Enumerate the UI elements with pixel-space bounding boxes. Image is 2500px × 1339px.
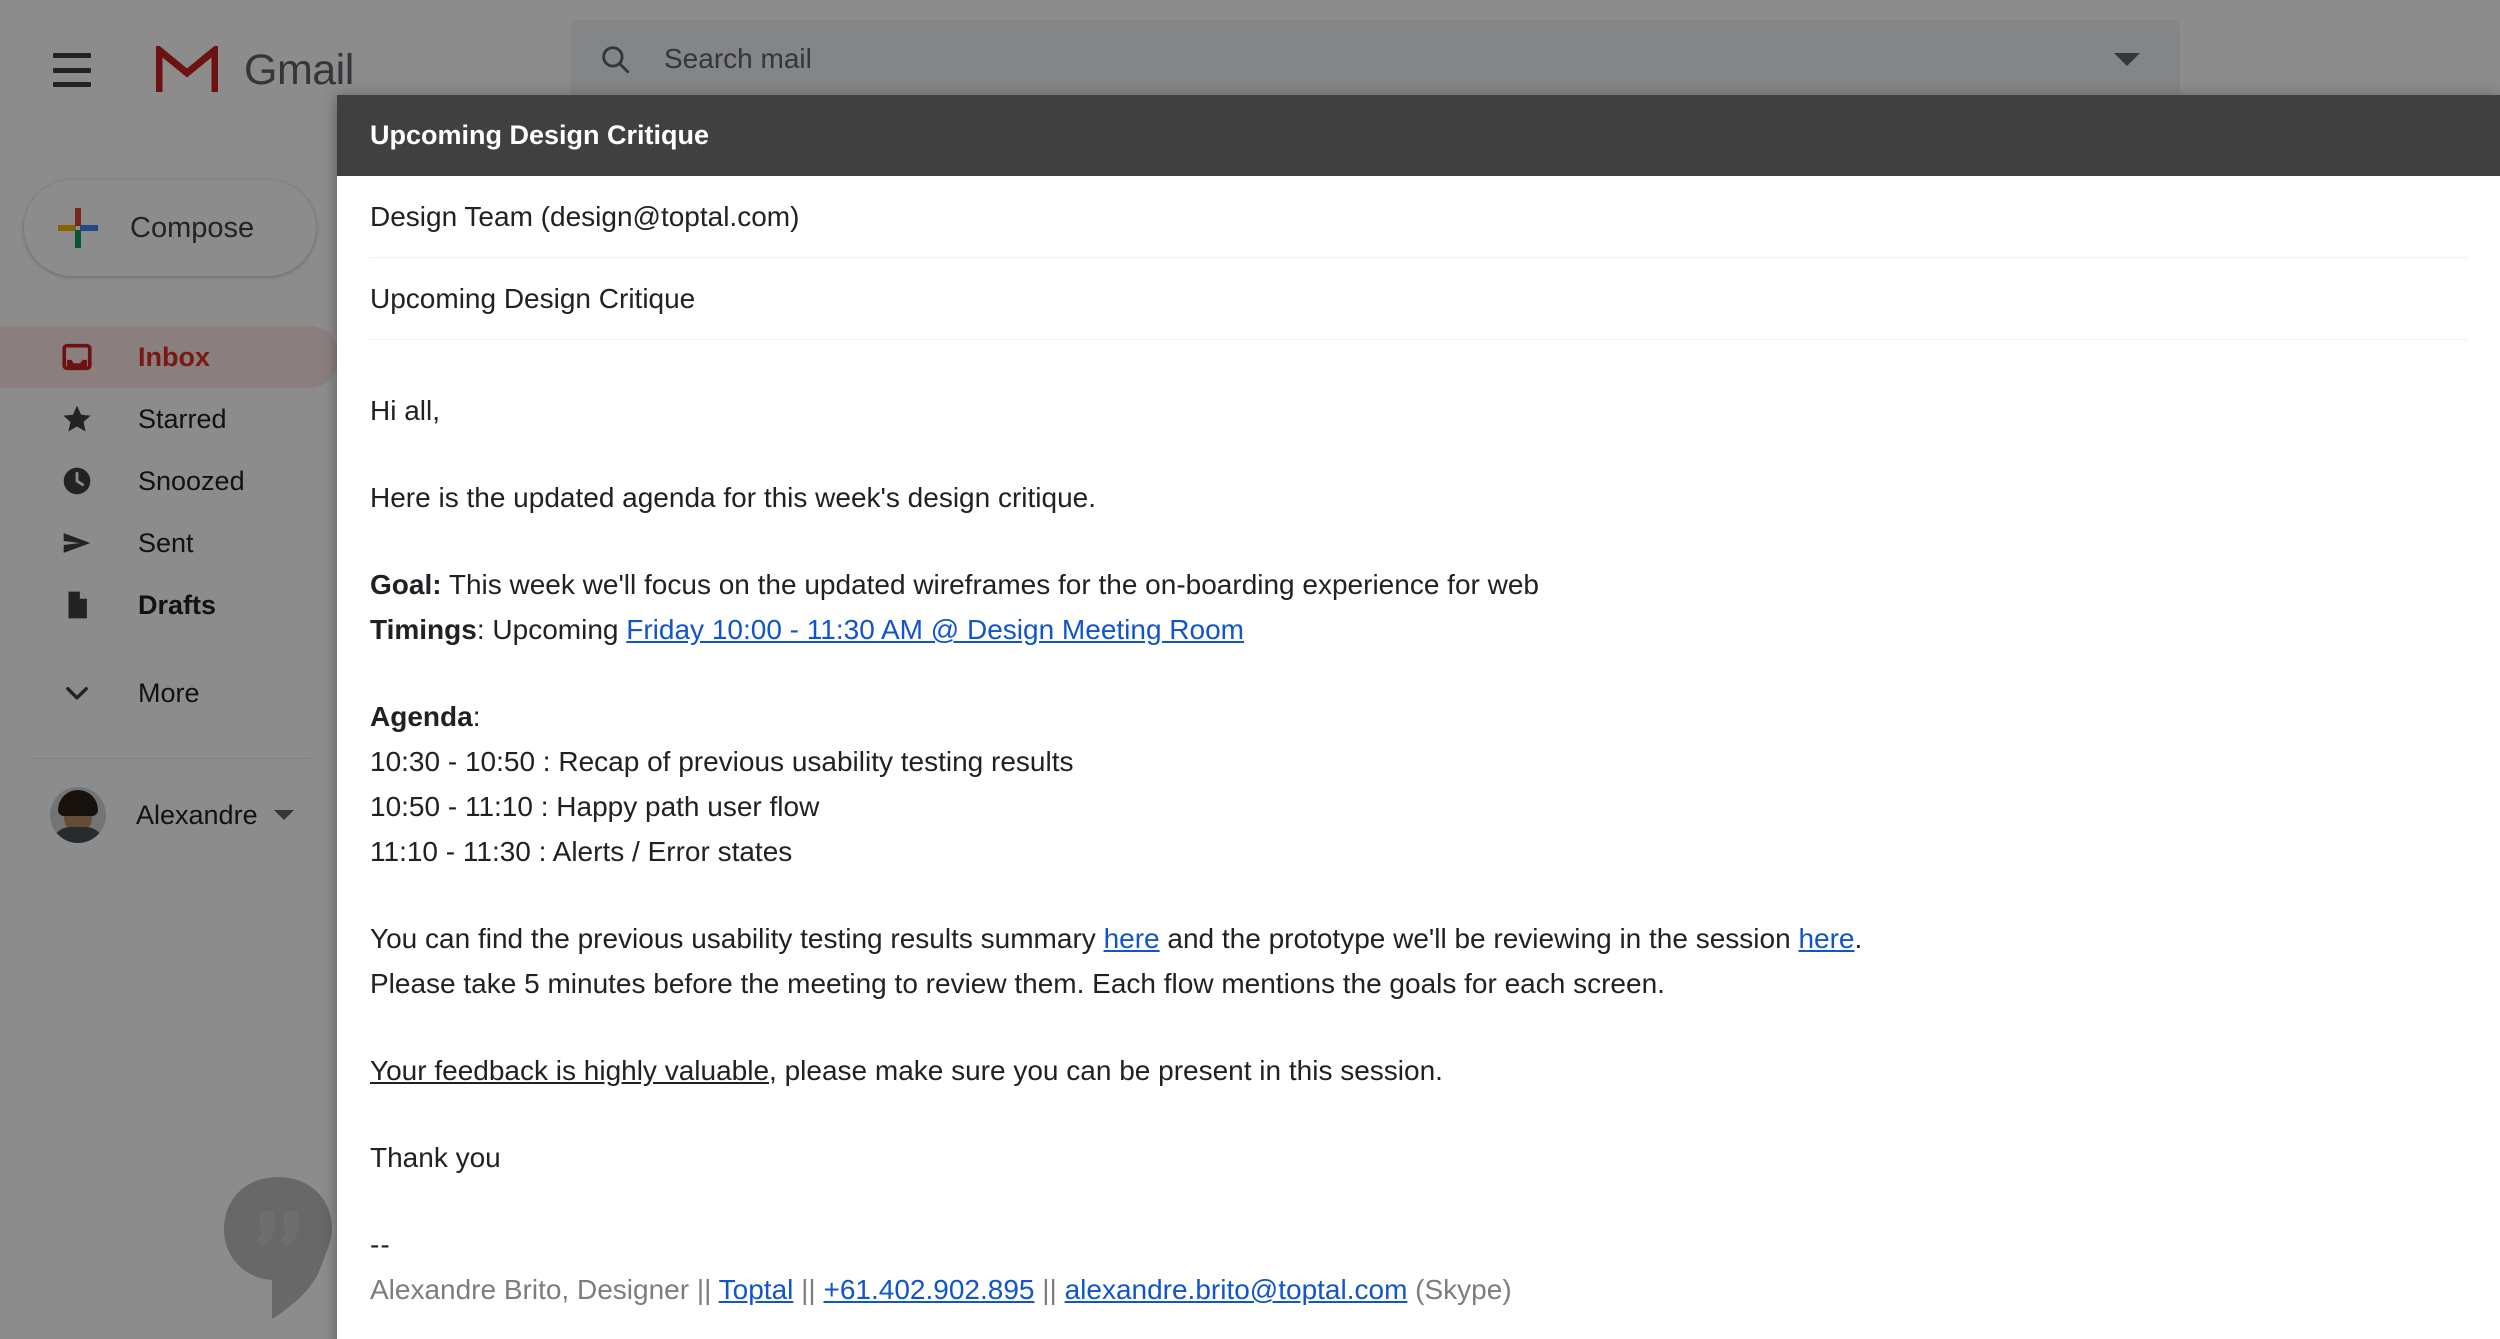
email-goal-block: Goal: This week we'll focus on the updat…	[370, 562, 2467, 652]
resources-line-2: Please take 5 minutes before the meeting…	[370, 968, 1665, 999]
prototype-link[interactable]: here	[1798, 923, 1854, 954]
toptal-link[interactable]: Toptal	[719, 1274, 794, 1305]
agenda-heading: Agenda:	[370, 701, 480, 732]
email-timings-line: Timings: Upcoming Friday 10:00 - 11:30 A…	[370, 614, 1244, 645]
email-link[interactable]: alexandre.brito@toptal.com	[1065, 1274, 1408, 1305]
feedback-emphasis: Your feedback is highly valuable	[370, 1055, 770, 1086]
resources-pre: You can find the previous usability test…	[370, 923, 1104, 954]
email-from-row: Design Team (design@toptal.com)	[370, 176, 2467, 258]
email-goal-line: Goal: This week we'll focus on the updat…	[370, 569, 1539, 600]
email-body: Hi all, Here is the updated agenda for t…	[370, 340, 2467, 1312]
resources-mid: and the prototype we'll be reviewing in …	[1159, 923, 1799, 954]
signature-sep: ||	[696, 1274, 719, 1305]
timings-pre: : Upcoming	[476, 614, 627, 645]
agenda-label: Agenda	[370, 701, 473, 732]
signature-sep: ||	[793, 1274, 824, 1305]
modal-header: Upcoming Design Critique	[337, 95, 2500, 176]
signature-skype: (Skype)	[1407, 1274, 1512, 1305]
summary-link[interactable]: here	[1104, 923, 1160, 954]
email-thanks: Thank you	[370, 1142, 501, 1173]
phone-link[interactable]: +61.402.902.895	[823, 1274, 1034, 1305]
email-feedback-line: Your feedback is highly valuable, please…	[370, 1048, 2467, 1093]
goal-label: Goal:	[370, 569, 442, 600]
gmail-modal-screen: Gmail Search mail Compose Inbox Starred …	[0, 0, 2500, 1339]
signature-sep: ||	[1034, 1274, 1065, 1305]
agenda-item: 10:30 - 10:50 : Recap of previous usabil…	[370, 746, 1074, 777]
modal-title: Upcoming Design Critique	[370, 120, 710, 150]
signature-name: Alexandre Brito, Designer	[370, 1274, 697, 1305]
email-intro: Here is the updated agenda for this week…	[370, 482, 1097, 513]
email-greeting: Hi all,	[370, 395, 441, 426]
email-subject-row: Upcoming Design Critique	[370, 258, 2467, 340]
email-agenda-block: Agenda: 10:30 - 10:50 : Recap of previou…	[370, 694, 2467, 874]
email-from: Design Team (design@toptal.com)	[370, 200, 800, 232]
modal-body: Design Team (design@toptal.com) Upcoming…	[337, 176, 2500, 1312]
resources-post: .	[1854, 923, 1863, 954]
email-subject: Upcoming Design Critique	[370, 282, 696, 314]
signature-line: Alexandre Brito, Designer || Toptal || +…	[370, 1274, 1512, 1305]
resources-line-1: You can find the previous usability test…	[370, 923, 1862, 954]
goal-text: This week we'll focus on the updated wir…	[441, 569, 1539, 600]
email-signature: -- Alexandre Brito, Designer || Toptal |…	[370, 1222, 2467, 1312]
signature-dashes: --	[370, 1229, 391, 1260]
timings-label: Timings	[370, 614, 477, 645]
meeting-link[interactable]: Friday 10:00 - 11:30 AM @ Design Meeting…	[626, 614, 1244, 645]
email-preview-modal: Upcoming Design Critique Design Team (de…	[337, 95, 2500, 1339]
agenda-item: 10:50 - 11:10 : Happy path user flow	[370, 791, 820, 822]
feedback-rest: , please make sure you can be present in…	[769, 1055, 1443, 1086]
agenda-colon: :	[472, 701, 481, 732]
email-resources-block: You can find the previous usability test…	[370, 916, 2467, 1006]
agenda-item: 11:10 - 11:30 : Alerts / Error states	[370, 836, 793, 867]
